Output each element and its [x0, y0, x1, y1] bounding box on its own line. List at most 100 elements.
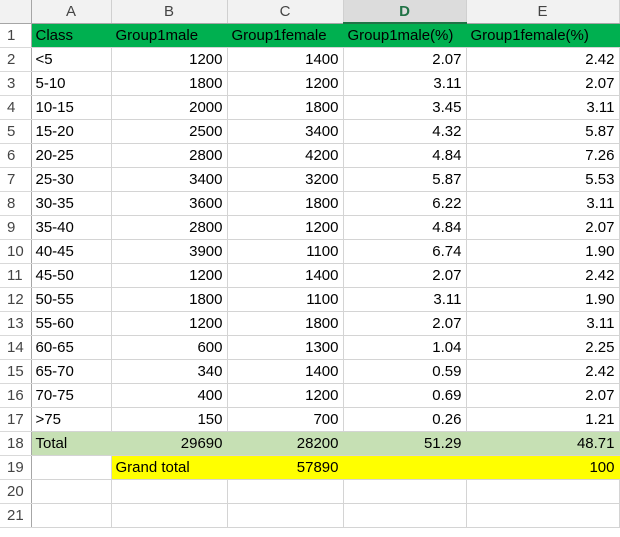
row-header[interactable]: 21	[0, 503, 32, 528]
cell-a11[interactable]: 45-50	[31, 263, 112, 288]
row-header[interactable]: 12	[0, 287, 32, 312]
cell-b3[interactable]: 1800	[111, 71, 228, 96]
row-header[interactable]: 5	[0, 119, 32, 144]
cell-a5[interactable]: 15-20	[31, 119, 112, 144]
cell-a20[interactable]	[31, 479, 112, 504]
cell-e12[interactable]: 1.90	[466, 287, 620, 312]
row-header[interactable]: 3	[0, 71, 32, 96]
cell-a13[interactable]: 55-60	[31, 311, 112, 336]
cell-d1[interactable]: Group1male(%)	[343, 23, 467, 48]
cell-c14[interactable]: 1300	[227, 335, 344, 360]
cell-c18[interactable]: 28200	[227, 431, 344, 456]
cell-c3[interactable]: 1200	[227, 71, 344, 96]
cell-c20[interactable]	[227, 479, 344, 504]
cell-b4[interactable]: 2000	[111, 95, 228, 120]
cell-b8[interactable]: 3600	[111, 191, 228, 216]
cell-a16[interactable]: 70-75	[31, 383, 112, 408]
cell-d19[interactable]	[343, 455, 467, 480]
select-all-corner[interactable]	[0, 0, 32, 24]
cell-c8[interactable]: 1800	[227, 191, 344, 216]
row-header[interactable]: 1	[0, 23, 32, 48]
cell-c17[interactable]: 700	[227, 407, 344, 432]
row-header[interactable]: 17	[0, 407, 32, 432]
cell-b15[interactable]: 340	[111, 359, 228, 384]
column-header-c[interactable]: C	[227, 0, 344, 24]
cell-e17[interactable]: 1.21	[466, 407, 620, 432]
cell-d20[interactable]	[343, 479, 467, 504]
cell-c19[interactable]: 57890	[227, 455, 344, 480]
column-header-b[interactable]: B	[111, 0, 228, 24]
cell-d14[interactable]: 1.04	[343, 335, 467, 360]
column-header-e[interactable]: E	[466, 0, 620, 24]
row-header[interactable]: 9	[0, 215, 32, 240]
cell-e7[interactable]: 5.53	[466, 167, 620, 192]
row-header[interactable]: 10	[0, 239, 32, 264]
row-header[interactable]: 13	[0, 311, 32, 336]
column-header-a[interactable]: A	[31, 0, 112, 24]
row-header[interactable]: 15	[0, 359, 32, 384]
cell-d16[interactable]: 0.69	[343, 383, 467, 408]
cell-b18[interactable]: 29690	[111, 431, 228, 456]
cell-b12[interactable]: 1800	[111, 287, 228, 312]
cell-e8[interactable]: 3.11	[466, 191, 620, 216]
cell-c16[interactable]: 1200	[227, 383, 344, 408]
cell-b21[interactable]	[111, 503, 228, 528]
row-header[interactable]: 6	[0, 143, 32, 168]
cell-b13[interactable]: 1200	[111, 311, 228, 336]
cell-a8[interactable]: 30-35	[31, 191, 112, 216]
cell-b5[interactable]: 2500	[111, 119, 228, 144]
row-header[interactable]: 14	[0, 335, 32, 360]
cell-d18[interactable]: 51.29	[343, 431, 467, 456]
cell-d3[interactable]: 3.11	[343, 71, 467, 96]
cell-d6[interactable]: 4.84	[343, 143, 467, 168]
cell-d5[interactable]: 4.32	[343, 119, 467, 144]
row-header[interactable]: 20	[0, 479, 32, 504]
cell-c2[interactable]: 1400	[227, 47, 344, 72]
row-header[interactable]: 2	[0, 47, 32, 72]
cell-b16[interactable]: 400	[111, 383, 228, 408]
cell-a21[interactable]	[31, 503, 112, 528]
cell-c1[interactable]: Group1female	[227, 23, 344, 48]
cell-e6[interactable]: 7.26	[466, 143, 620, 168]
cell-a10[interactable]: 40-45	[31, 239, 112, 264]
cell-c21[interactable]	[227, 503, 344, 528]
cell-c9[interactable]: 1200	[227, 215, 344, 240]
cell-b17[interactable]: 150	[111, 407, 228, 432]
cell-b7[interactable]: 3400	[111, 167, 228, 192]
cell-e15[interactable]: 2.42	[466, 359, 620, 384]
row-header[interactable]: 8	[0, 191, 32, 216]
cell-d9[interactable]: 4.84	[343, 215, 467, 240]
row-header[interactable]: 19	[0, 455, 32, 480]
cell-b1[interactable]: Group1male	[111, 23, 228, 48]
cell-c13[interactable]: 1800	[227, 311, 344, 336]
cell-d2[interactable]: 2.07	[343, 47, 467, 72]
cell-c12[interactable]: 1100	[227, 287, 344, 312]
cell-b2[interactable]: 1200	[111, 47, 228, 72]
cell-c10[interactable]: 1100	[227, 239, 344, 264]
cell-c6[interactable]: 4200	[227, 143, 344, 168]
row-header[interactable]: 11	[0, 263, 32, 288]
cell-a1[interactable]: Class	[31, 23, 112, 48]
cell-b14[interactable]: 600	[111, 335, 228, 360]
cell-b11[interactable]: 1200	[111, 263, 228, 288]
cell-b9[interactable]: 2800	[111, 215, 228, 240]
cell-e1[interactable]: Group1female(%)	[466, 23, 620, 48]
cell-e21[interactable]	[466, 503, 620, 528]
cell-d4[interactable]: 3.45	[343, 95, 467, 120]
column-header-d[interactable]: D	[343, 0, 467, 24]
cell-e2[interactable]: 2.42	[466, 47, 620, 72]
row-header[interactable]: 7	[0, 167, 32, 192]
cell-e18[interactable]: 48.71	[466, 431, 620, 456]
cell-d13[interactable]: 2.07	[343, 311, 467, 336]
cell-e3[interactable]: 2.07	[466, 71, 620, 96]
cell-c4[interactable]: 1800	[227, 95, 344, 120]
cell-e4[interactable]: 3.11	[466, 95, 620, 120]
cell-e13[interactable]: 3.11	[466, 311, 620, 336]
row-header[interactable]: 4	[0, 95, 32, 120]
cell-e5[interactable]: 5.87	[466, 119, 620, 144]
cell-e19[interactable]: 100	[466, 455, 620, 480]
cell-d11[interactable]: 2.07	[343, 263, 467, 288]
cell-a6[interactable]: 20-25	[31, 143, 112, 168]
cell-d7[interactable]: 5.87	[343, 167, 467, 192]
cell-a2[interactable]: <5	[31, 47, 112, 72]
